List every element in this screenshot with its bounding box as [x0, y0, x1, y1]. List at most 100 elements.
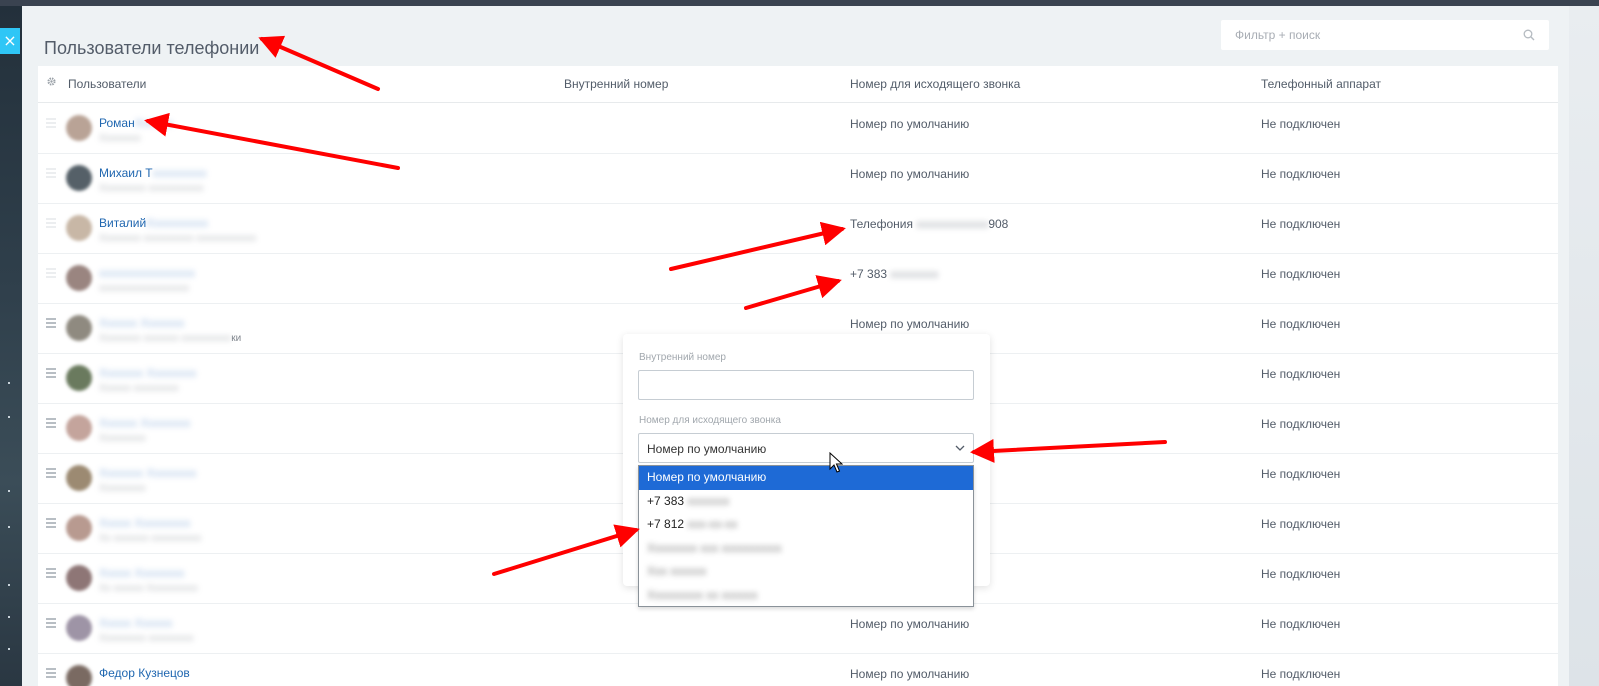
- avatar: [66, 115, 92, 141]
- user-name-link[interactable]: Xxxxxxx Xxxxxxxx: [99, 466, 196, 480]
- gear-icon[interactable]: [46, 76, 57, 87]
- user-name-blurred: xxxxxxxxxxxxxxxx: [99, 266, 195, 280]
- outgoing-number: Номер по умолчанию: [850, 667, 970, 681]
- column-header-internal-number[interactable]: Внутренний номер: [564, 77, 668, 91]
- mouse-cursor-icon: [829, 452, 843, 473]
- outgoing-number: Номер по умолчанию: [850, 117, 970, 131]
- drag-handle-icon[interactable]: [46, 418, 56, 430]
- user-position-blurred: Xxxxxx xxxxxxxxx: [99, 383, 179, 394]
- panel-dot: [8, 382, 10, 384]
- phone-device-cell: Не подключен: [1261, 217, 1341, 231]
- user-name-link[interactable]: Xxxxx Xxxxxxxx: [99, 566, 184, 580]
- table-row[interactable]: Xxxxx Xxxxxx Xxxxxxxxx xxxxxxxxx Номер по …: [38, 603, 1558, 654]
- user-name: Виталий: [99, 216, 147, 230]
- phone-device-cell: Не подключен: [1261, 267, 1341, 281]
- column-header-users[interactable]: Пользователи: [68, 77, 146, 91]
- option-label: Номер по умолчанию: [647, 470, 767, 484]
- option-label: +7 383: [647, 493, 685, 508]
- outgoing-number: Номер по умолчанию: [850, 167, 970, 181]
- drag-handle-icon[interactable]: [46, 368, 56, 380]
- outgoing-number-cell: Номер по умолчанию: [850, 667, 969, 681]
- top-window-strip: [0, 0, 1599, 6]
- avatar: [66, 615, 92, 641]
- column-header-phone-device[interactable]: Телефонный аппарат: [1261, 77, 1381, 91]
- drag-handle-icon[interactable]: [46, 118, 56, 130]
- user-name: Михаил Т: [99, 166, 153, 180]
- user-name-link[interactable]: Xxxxx Xxxxxxxxx: [99, 516, 190, 530]
- avatar: [66, 315, 92, 341]
- drag-handle-icon[interactable]: [46, 468, 56, 480]
- phone-device-cell: Не подключен: [1261, 367, 1341, 381]
- table-row[interactable]: Михаил Тxxxxxxxxx Xxxxxxxxx xxxxxxxxxxx Но…: [38, 153, 1558, 204]
- avatar: [66, 665, 92, 686]
- outgoing-number-selected-value: Номер по умолчанию: [647, 442, 767, 456]
- outgoing-number-select[interactable]: Номер по умолчанию: [638, 433, 974, 463]
- panel-dot: [8, 616, 10, 618]
- outgoing-number-cell: +7 383 xxxxxxxx: [850, 267, 938, 281]
- search-input[interactable]: Фильтр + поиск: [1221, 20, 1549, 50]
- panel-dot: [8, 416, 10, 418]
- user-name-blurred: Xxxxxxxxxx: [146, 216, 209, 230]
- panel-dot: [8, 584, 10, 586]
- user-name-link[interactable]: xxxxxxxxxxxxxxxx: [99, 266, 195, 280]
- column-header-outgoing-number[interactable]: Номер для исходящего звонка: [850, 77, 1020, 91]
- user-name-link[interactable]: РоманXxxxxx: [99, 116, 173, 130]
- outgoing-number-label: Номер для исходящего звонка: [639, 415, 781, 426]
- drag-handle-icon[interactable]: [46, 618, 56, 630]
- table-row[interactable]: ВиталийXxxxxxxxxx Xxxxxxxx xxxxxxxxxx xxx…: [38, 203, 1558, 254]
- panel-dot: [8, 526, 10, 528]
- dropdown-option[interactable]: Xxx xxxxxx: [639, 560, 973, 584]
- user-position-blurred: Xxxxxxxx xxxxxxx xxxxxxxxxx: [99, 333, 232, 344]
- outgoing-number-cell: Номер по умолчанию: [850, 167, 969, 181]
- user-name-link[interactable]: Михаил Тxxxxxxxxx: [99, 166, 207, 180]
- user-name-blurred: Xxxxxxx Xxxxxxxx: [99, 366, 197, 380]
- avatar: [66, 515, 92, 541]
- user-name-link[interactable]: Xxxxxxx Xxxxxxxx: [99, 366, 196, 380]
- user-name-link[interactable]: Xxxxxx Xxxxxxx: [99, 316, 184, 330]
- internal-number-field[interactable]: [638, 370, 974, 400]
- drag-handle-icon[interactable]: [46, 668, 56, 680]
- panel-dot: [8, 490, 10, 492]
- user-position: Xxxxxxxxx: [99, 483, 146, 494]
- drag-handle-icon[interactable]: [46, 318, 56, 330]
- user-position-blurred: Xx xxxxxx Xxxxxxxxxx: [99, 583, 198, 594]
- option-label: +7 812: [647, 517, 685, 531]
- user-name-link[interactable]: ВиталийXxxxxxxxxx: [99, 216, 208, 230]
- dropdown-option[interactable]: Xxxxxxxxx xx xxxxxx: [639, 584, 973, 608]
- user-name-link[interactable]: Федор Кузнецов: [99, 666, 190, 680]
- chevron-down-icon[interactable]: [955, 444, 965, 452]
- dropdown-option[interactable]: Номер по умолчанию: [639, 466, 973, 490]
- table-row[interactable]: xxxxxxxxxxxxxxxx xxxxxxxxxxxxxxxxxx +7 383…: [38, 253, 1558, 304]
- phone-device-cell: Не подключен: [1261, 117, 1341, 131]
- dropdown-option[interactable]: Xxxxxxxx xxx xxxxxxxxxx: [639, 537, 973, 561]
- drag-handle-icon[interactable]: [46, 268, 56, 280]
- user-name-blurred: Xxxxx Xxxxxx: [99, 616, 173, 630]
- user-position: Xxxxxx xxxxxxxxx: [99, 383, 178, 394]
- search-icon[interactable]: [1523, 29, 1535, 41]
- user-name-blurred: Xxxxxx: [134, 116, 173, 130]
- phone-device-cell: Не подключен: [1261, 167, 1341, 181]
- dropdown-option[interactable]: +7 383 xxxxxxx: [639, 490, 973, 514]
- outgoing-number: Номер по умолчанию: [850, 617, 970, 631]
- outgoing-number-cell: Номер по умолчанию: [850, 317, 969, 331]
- user-name-link[interactable]: Xxxxx Xxxxxx: [99, 616, 172, 630]
- table-row[interactable]: Федор Кузнецов Номер по умолчанию Не подк…: [38, 653, 1558, 686]
- drag-handle-icon[interactable]: [46, 568, 56, 580]
- outgoing-number-dropdown: Номер по умолчанию +7 383 xxxxxxx +7 812 …: [638, 465, 974, 607]
- outgoing-number-blurred: xxxxxxxxxxxx: [916, 217, 989, 231]
- user-position-blurred: Xx xxxxxxx xxxxxxxxxx: [99, 533, 202, 544]
- user-position-blurred: Xxxxxxxxx: [99, 433, 146, 444]
- page-title: Пользователи телефонии: [44, 38, 260, 59]
- phone-device-cell: Не подключен: [1261, 567, 1341, 581]
- table-row[interactable]: РоманXxxxxx Xxxxxxxx Номер по умолчанию Не…: [38, 103, 1558, 154]
- drag-handle-icon[interactable]: [46, 168, 56, 180]
- user-position-blurred: Xxxxxxxxx: [99, 483, 146, 494]
- drag-handle-icon[interactable]: [46, 218, 56, 230]
- user-name-link[interactable]: Xxxxxx Xxxxxxxx: [99, 416, 190, 430]
- dropdown-option[interactable]: +7 812 xxx-xx-xx: [639, 513, 973, 537]
- close-icon[interactable]: ×: [0, 28, 20, 54]
- phone-device-cell: Не подключен: [1261, 667, 1341, 681]
- user-position-blurred: Xxxxxxxxx xxxxxxxxx: [99, 633, 194, 644]
- drag-handle-icon[interactable]: [46, 518, 56, 530]
- option-label-blurred: xxx-xx-xx: [687, 517, 738, 531]
